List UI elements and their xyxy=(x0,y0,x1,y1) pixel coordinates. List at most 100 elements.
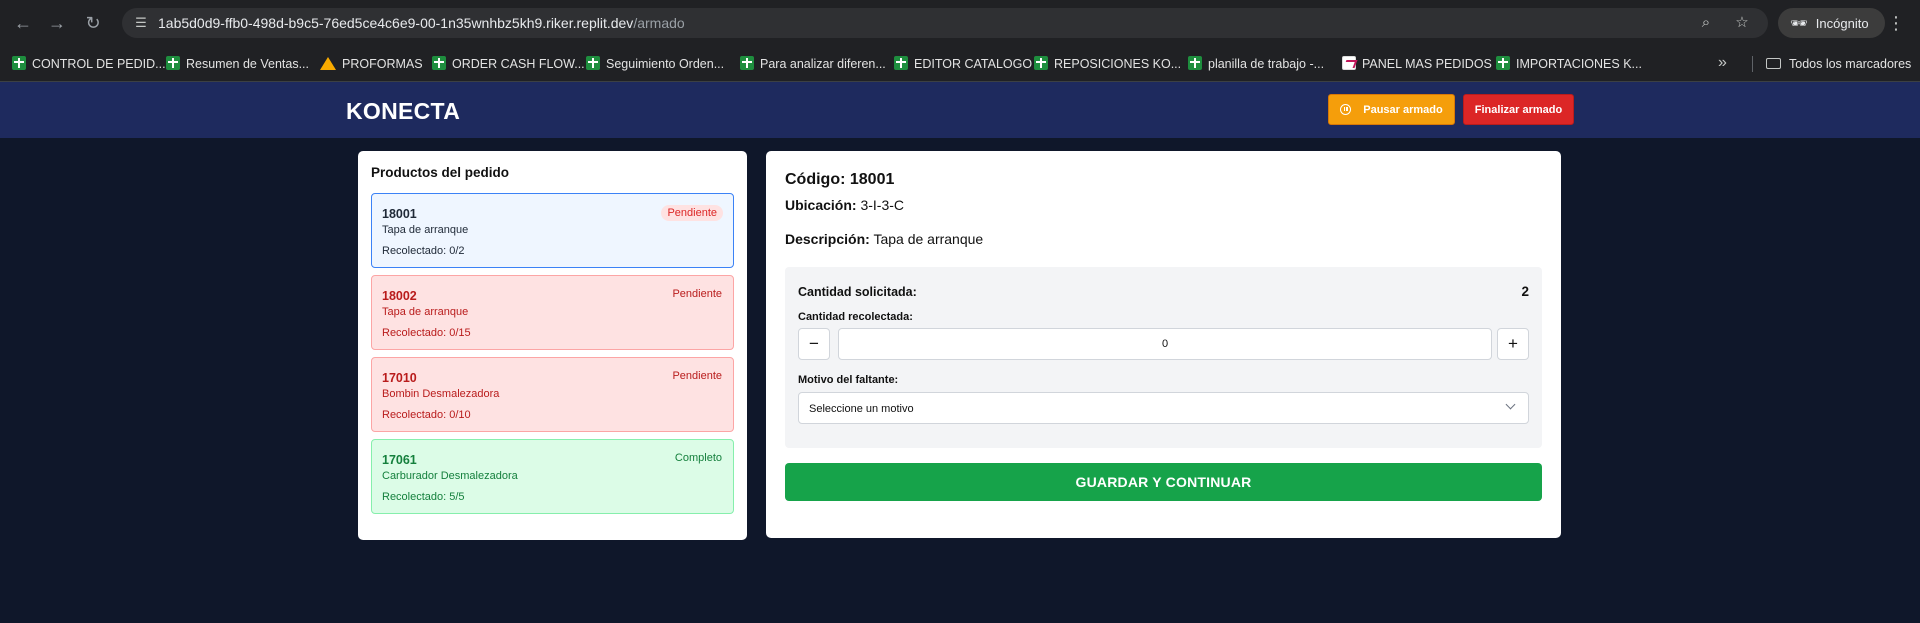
sheets-icon xyxy=(1188,56,1202,70)
decrement-button[interactable]: − xyxy=(798,328,830,360)
detail-code: Código: 18001 xyxy=(785,171,1542,189)
product-collected: Recolectado: 0/10 xyxy=(382,409,471,421)
collected-quantity-input[interactable] xyxy=(838,328,1492,360)
status-badge: Pendiente xyxy=(661,205,723,221)
back-arrow-icon[interactable]: ← xyxy=(10,10,36,36)
product-card[interactable]: 17061 Carburador Desmalezadora Recolecta… xyxy=(371,439,734,514)
sheets-icon xyxy=(586,56,600,70)
incognito-label: Incógnito xyxy=(1815,16,1869,31)
product-description: Bombin Desmalezadora xyxy=(382,388,500,400)
bookmark-item[interactable]: ORDER CASH FLOW... xyxy=(432,55,585,73)
description-value: Tapa de arranque xyxy=(873,231,984,247)
bookmark-item[interactable]: PANEL MAS PEDIDOS xyxy=(1342,55,1492,73)
bookmark-item[interactable]: planilla de trabajo -... xyxy=(1188,55,1324,73)
url-host: 1ab5d0d9-ffb0-498d-b9c5-76ed5ce4c6e9-00-… xyxy=(158,15,634,31)
bookmark-item[interactable]: CONTROL DE PEDID... xyxy=(12,55,166,73)
bookmarks-divider xyxy=(1752,56,1753,72)
increment-button[interactable]: + xyxy=(1497,328,1529,360)
shortage-reason-label: Motivo del faltante: xyxy=(798,374,899,386)
status-badge: Pendiente xyxy=(672,370,722,382)
bookmark-item[interactable]: Seguimiento Orden... xyxy=(586,55,724,73)
bookmark-label: ORDER CASH FLOW... xyxy=(452,57,585,71)
order-products-panel: Productos del pedido 18001 Tapa de arran… xyxy=(358,151,747,540)
bookmark-item[interactable]: Para analizar diferen... xyxy=(740,55,886,73)
pause-icon xyxy=(1340,103,1352,115)
bookmark-label: CONTROL DE PEDID... xyxy=(32,57,166,71)
bookmark-label: EDITOR CATALOGO xyxy=(914,57,1033,71)
bookmark-label: Resumen de Ventas... xyxy=(186,57,309,71)
product-card[interactable]: 17010 Bombin Desmalezadora Recolectado: … xyxy=(371,357,734,432)
bookmark-star-icon[interactable]: ☆ xyxy=(1732,13,1752,33)
browser-toolbar: ← → ↻ ☰ 1ab5d0d9-ffb0-498d-b9c5-76ed5ce4… xyxy=(0,0,1920,46)
product-collected: Recolectado: 5/5 xyxy=(382,491,465,503)
reload-icon[interactable]: ↻ xyxy=(80,10,106,36)
description-label: Descripción: xyxy=(785,231,870,247)
sheets-icon xyxy=(166,56,180,70)
code-value: 18001 xyxy=(849,171,895,188)
product-description: Carburador Desmalezadora xyxy=(382,470,518,482)
product-code: 17061 xyxy=(382,453,417,467)
drive-icon xyxy=(320,57,336,70)
sheets-icon xyxy=(12,56,26,70)
incognito-badge[interactable]: 🕶 Incógnito xyxy=(1778,8,1885,38)
requested-label: Cantidad solicitada: xyxy=(798,285,917,299)
products-title: Productos del pedido xyxy=(371,165,510,180)
code-label: Código: xyxy=(785,171,846,188)
panel-icon xyxy=(1342,56,1356,70)
reason-placeholder: Seleccione un motivo xyxy=(809,403,914,415)
product-description: Tapa de arranque xyxy=(382,224,469,236)
location-value: 3-I-3-C xyxy=(860,197,905,213)
bookmark-item[interactable]: PROFORMAS xyxy=(320,55,423,73)
product-card[interactable]: 18002 Tapa de arranque Recolectado: 0/15… xyxy=(371,275,734,350)
zoom-icon[interactable]: ⌕ xyxy=(1696,13,1716,33)
bookmark-label: planilla de trabajo -... xyxy=(1208,57,1325,71)
bookmark-label: PROFORMAS xyxy=(342,57,423,71)
bookmark-item[interactable]: IMPORTACIONES K... xyxy=(1496,55,1642,73)
bookmark-label: Seguimiento Orden... xyxy=(606,57,725,71)
all-bookmarks-label: Todos los marcadores xyxy=(1789,57,1912,71)
save-continue-button[interactable]: GUARDAR Y CONTINUAR xyxy=(785,463,1542,501)
sheets-icon xyxy=(1496,56,1510,70)
detail-description: Descripción: Tapa de arranque xyxy=(785,231,1542,247)
bookmark-label: IMPORTACIONES K... xyxy=(1516,57,1642,71)
bookmark-label: REPOSICIONES KO... xyxy=(1054,57,1182,71)
bookmark-item[interactable]: Resumen de Ventas... xyxy=(166,55,309,73)
location-label: Ubicación: xyxy=(785,197,857,213)
folder-icon xyxy=(1766,58,1781,69)
shortage-reason-select[interactable]: Seleccione un motivo xyxy=(798,392,1529,424)
bookmark-item[interactable]: REPOSICIONES KO... xyxy=(1034,55,1181,73)
chevron-down-icon xyxy=(1505,399,1516,410)
finish-picking-button[interactable]: Finalizar armado xyxy=(1463,94,1574,125)
bookmarks-bar: CONTROL DE PEDID... Resumen de Ventas...… xyxy=(0,46,1920,82)
product-collected: Recolectado: 0/2 xyxy=(382,245,465,257)
browser-menu-icon[interactable]: ⋮ xyxy=(1886,10,1906,36)
product-detail-panel: Código: 18001 Ubicación: 3-I-3-C Descrip… xyxy=(766,151,1561,538)
brand-logo: KONECTA xyxy=(346,98,461,124)
all-bookmarks-folder[interactable]: Todos los marcadores xyxy=(1766,55,1911,73)
pause-picking-button[interactable]: Pausar armado xyxy=(1328,94,1455,125)
collected-label: Cantidad recolectada: xyxy=(798,311,913,323)
bookmark-label: Para analizar diferen... xyxy=(760,57,886,71)
product-collected: Recolectado: 0/15 xyxy=(382,327,471,339)
more-bookmarks-icon[interactable]: » xyxy=(1718,54,1727,72)
product-card[interactable]: 18001 Tapa de arranque Recolectado: 0/2 … xyxy=(371,193,734,268)
sheets-icon xyxy=(1034,56,1048,70)
sheets-icon xyxy=(740,56,754,70)
bookmark-item[interactable]: EDITOR CATALOGO xyxy=(894,55,1032,73)
address-bar[interactable]: ☰ 1ab5d0d9-ffb0-498d-b9c5-76ed5ce4c6e9-0… xyxy=(122,8,1768,38)
app-header: KONECTA Pausar armado Finalizar armado xyxy=(0,82,1920,138)
pause-label: Pausar armado xyxy=(1363,103,1443,116)
detail-location: Ubicación: 3-I-3-C xyxy=(785,197,1542,213)
url-path: /armado xyxy=(633,15,685,31)
url-text[interactable]: 1ab5d0d9-ffb0-498d-b9c5-76ed5ce4c6e9-00-… xyxy=(158,15,685,31)
status-badge: Completo xyxy=(674,452,722,464)
sheets-icon xyxy=(432,56,446,70)
forward-arrow-icon[interactable]: → xyxy=(44,10,70,36)
quantity-box: Cantidad solicitada: 2 Cantidad recolect… xyxy=(785,267,1542,448)
product-description: Tapa de arranque xyxy=(382,306,469,318)
status-badge: Pendiente xyxy=(672,288,722,300)
requested-value: 2 xyxy=(1521,284,1529,299)
site-settings-icon[interactable]: ☰ xyxy=(132,14,150,32)
incognito-icon: 🕶 xyxy=(1790,15,1808,31)
bookmark-label: PANEL MAS PEDIDOS xyxy=(1362,57,1492,71)
